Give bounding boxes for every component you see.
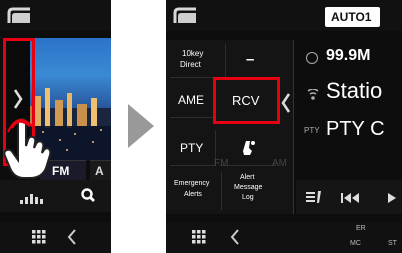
10key-direct-button[interactable]: 10key Direct — [170, 44, 226, 78]
search-icon[interactable] — [80, 187, 96, 208]
seek-mode-button[interactable]: – — [226, 44, 278, 78]
fm-tab-ghost: FM — [214, 158, 229, 169]
function-row — [0, 180, 111, 212]
list-icon[interactable] — [306, 190, 322, 209]
st-indicator: ST — [388, 240, 397, 247]
pty-button[interactable]: PTY — [170, 130, 216, 166]
frequency-text: 99.9M — [326, 47, 371, 64]
transition-arrow-icon — [128, 104, 154, 153]
station-name-text: Statio — [326, 78, 383, 103]
back-icon[interactable] — [6, 5, 32, 25]
station-info: 99.9M Statio PTY PTY C — [296, 40, 402, 180]
left-screen: FM A — [0, 0, 111, 253]
am-tab-ghost: AM — [272, 158, 287, 169]
source-badge: AUTO1 — [325, 7, 380, 27]
bottom-bar — [0, 222, 111, 253]
pty-label: PTY — [304, 126, 320, 135]
chevron-left-icon[interactable] — [280, 92, 292, 119]
hand-pointer-icon — [2, 117, 52, 180]
grid-menu-icon[interactable] — [192, 230, 206, 249]
pty-value-text: PTY C — [326, 118, 385, 140]
control-row — [296, 180, 402, 214]
back-icon[interactable] — [172, 5, 198, 25]
ame-button[interactable]: AME — [170, 82, 216, 118]
band-tab-am[interactable]: A — [90, 160, 111, 180]
chevron-left-icon[interactable] — [67, 228, 77, 251]
top-bar — [0, 0, 111, 31]
rcv-highlight-box — [213, 77, 280, 124]
chevron-left-icon[interactable] — [230, 228, 240, 251]
top-bar: AUTO1 — [166, 0, 402, 31]
alert-message-log-button[interactable]: Alert Message Log — [224, 172, 276, 210]
dj-icon — [238, 138, 258, 163]
mc-indicator: MC — [350, 240, 361, 247]
function-menu: 10key Direct – AME RCV PTY Emergency Ale… — [166, 40, 294, 214]
er-indicator: ER — [356, 225, 366, 232]
right-screen: AUTO1 10key Direct – AME RCV PTY Emergen… — [166, 0, 402, 253]
emergency-alerts-button[interactable]: Emergency Alerts — [170, 172, 222, 210]
equalizer-icon[interactable] — [20, 188, 46, 209]
grid-menu-icon[interactable] — [32, 230, 46, 249]
seek-forward-icon[interactable] — [388, 191, 402, 209]
seek-back-icon[interactable] — [341, 191, 361, 209]
bottom-bar: ER MC ST — [166, 222, 402, 253]
preset-icon — [306, 52, 318, 64]
radio-signal-icon — [306, 88, 320, 106]
